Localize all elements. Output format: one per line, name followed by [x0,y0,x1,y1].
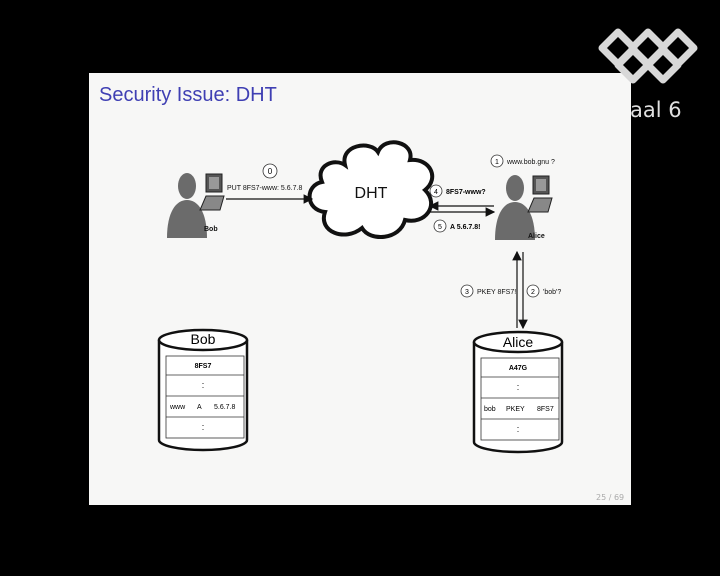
bob-db-title: Bob [191,331,216,347]
bob-db-record-type: A [197,404,202,411]
bob-db-record-value: 5.6.7.8 [214,404,236,411]
bob-db-zone: 8FS7 [195,363,212,370]
bob-person-icon [167,173,207,238]
cloud-label: DHT [355,185,388,202]
alice-db-dots-bottom: : [517,424,520,434]
step-0-number: 0 [268,167,273,176]
bob-laptop-icon [199,173,225,211]
bob-database: Bob 8FS7 : www A 5.6.7.8 : [157,328,249,452]
bob-db-dots-bottom: : [202,422,205,432]
bob-label: Bob [204,226,218,233]
alice-db-zone: A47G [509,365,528,372]
alice-person-icon [495,175,535,240]
step-3-text: PKEY 8FS7! [477,289,516,296]
step-3-number: 3 [465,289,469,296]
step-0-text: PUT 8FS7-www: 5.6.7.8 [227,185,302,192]
step-1-text: www.bob.gnu ? [506,159,555,166]
step-5-text: A 5.6.7.8! [450,224,480,231]
alice-laptop-icon [527,175,553,213]
step-1-number: 1 [495,159,499,166]
alice-db-record-type: PKEY [506,406,525,413]
alice-db-title: Alice [503,334,534,350]
bob-db-record-name: www [169,404,186,411]
alice-db-dots-top: : [517,382,520,392]
bob-db-dots-top: : [202,380,205,390]
step-2-text: 'bob'? [543,289,561,296]
step-2-number: 2 [531,289,535,296]
alice-db-record-name: bob [484,406,496,413]
alice-label: Alice [528,233,545,240]
dht-diagram: DHT Bob Alice 0 PUT 8FS7-www: 5.6.7.8 4 … [157,140,564,454]
dht-cloud: DHT [307,140,435,240]
step-4-text: 8FS7-www? [446,189,486,196]
step-5-number: 5 [438,224,442,231]
alice-db-record-value: 8FS7 [537,406,554,413]
alice-database: Alice A47G : bob PKEY 8FS7 : [472,330,564,454]
step-4-number: 4 [434,189,438,196]
